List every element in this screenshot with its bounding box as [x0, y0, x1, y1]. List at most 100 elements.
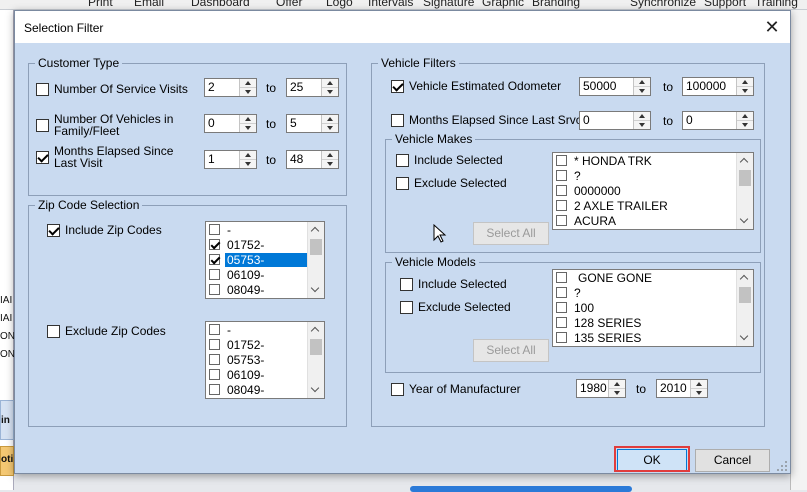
vehicle-makes-listbox[interactable]: * HONDA TRK ? 0000000 2 AXLE TRAILER ACU… [552, 152, 754, 230]
list-item[interactable]: 128 SERIES [553, 315, 736, 330]
scroll-up-icon[interactable] [308, 222, 324, 238]
makes-select-all-button[interactable]: Select All [473, 222, 549, 245]
service-visits-from-stepper[interactable]: 2 [204, 78, 257, 97]
exclude-zip-checkbox-row[interactable]: Exclude Zip Codes [47, 325, 166, 338]
spin-up-icon[interactable] [240, 151, 256, 160]
include-zip-checkbox-row[interactable]: Include Zip Codes [47, 224, 162, 237]
list-item[interactable]: 06109- [206, 267, 307, 282]
list-item[interactable]: 01752- [206, 337, 307, 352]
models-include-checkbox[interactable] [400, 278, 413, 291]
spin-up-icon[interactable] [240, 115, 256, 124]
menu-logo[interactable]: Logo [326, 0, 353, 9]
models-scrollbar[interactable] [736, 270, 753, 346]
stepper-value[interactable]: 48 [287, 151, 321, 168]
odometer-checkbox[interactable] [391, 80, 404, 93]
list-item[interactable]: 2 AXLE TRAILER [553, 198, 736, 213]
spin-up-icon[interactable] [322, 115, 338, 124]
list-item[interactable]: 06109- [206, 367, 307, 382]
list-item[interactable]: 08049- [206, 282, 307, 297]
menu-branding[interactable]: Branding [532, 0, 580, 9]
list-item[interactable]: GONE GONE [553, 270, 736, 285]
spin-up-icon[interactable] [322, 79, 338, 88]
stepper-value[interactable]: 25 [287, 79, 321, 96]
item-checkbox[interactable] [556, 155, 567, 166]
list-item[interactable]: 05753- [206, 352, 307, 367]
item-checkbox[interactable] [209, 254, 220, 265]
include-zip-listbox[interactable]: - 01752- 05753- 06109- 08049- [205, 221, 325, 299]
service-visits-checkbox[interactable] [36, 83, 49, 96]
months-srvc-checkbox[interactable] [391, 114, 404, 127]
spin-down-icon[interactable] [240, 88, 256, 96]
close-button[interactable]: ✕ [756, 11, 788, 43]
makes-scrollbar[interactable] [736, 153, 753, 229]
background-right-scrollbar[interactable] [790, 10, 807, 490]
stepper-value[interactable]: 0 [205, 115, 239, 132]
item-checkbox[interactable] [556, 332, 567, 343]
vehicles-family-checkbox[interactable] [36, 119, 49, 132]
scroll-up-icon[interactable] [308, 322, 324, 338]
list-item-selected[interactable]: 05753- [206, 252, 307, 267]
list-item[interactable]: 0000000 [553, 183, 736, 198]
resize-grip-icon[interactable] [777, 461, 788, 472]
list-item[interactable]: ? [553, 168, 736, 183]
item-checkbox[interactable] [209, 284, 220, 295]
scroll-down-icon[interactable] [308, 382, 324, 398]
models-include-checkbox-row[interactable]: Include Selected [400, 278, 507, 291]
stepper-value[interactable]: 1 [205, 151, 239, 168]
cancel-button[interactable]: Cancel [695, 449, 770, 472]
year-to-stepper[interactable]: 2010 [656, 379, 708, 398]
stepper-value[interactable]: 2 [205, 79, 239, 96]
spin-down-icon[interactable] [691, 389, 707, 397]
spin-up-icon[interactable] [240, 79, 256, 88]
menu-signature[interactable]: Signature [423, 0, 474, 9]
exclude-zip-listbox[interactable]: - 01752- 05753- 06109- 08049- [205, 321, 325, 399]
list-item[interactable]: - [206, 222, 307, 237]
item-checkbox[interactable] [209, 224, 220, 235]
item-checkbox[interactable] [556, 170, 567, 181]
spin-down-icon[interactable] [634, 87, 650, 95]
vehicles-family-to-stepper[interactable]: 5 [286, 114, 339, 133]
list-item[interactable]: - [206, 322, 307, 337]
scroll-thumb[interactable] [739, 170, 751, 186]
item-checkbox[interactable] [209, 354, 220, 365]
year-checkbox[interactable] [391, 383, 404, 396]
spin-up-icon[interactable] [737, 78, 753, 87]
dialog-title-bar[interactable]: Selection Filter ✕ [15, 11, 790, 43]
makes-include-checkbox[interactable] [396, 154, 409, 167]
year-checkbox-row[interactable]: Year of Manufacturer [391, 383, 521, 396]
odometer-from-stepper[interactable]: 50000 [579, 77, 651, 96]
spin-up-icon[interactable] [634, 112, 650, 121]
spin-up-icon[interactable] [322, 151, 338, 160]
item-checkbox[interactable] [556, 215, 567, 226]
stepper-value[interactable]: 100000 [683, 78, 736, 95]
list-item[interactable]: 100 [553, 300, 736, 315]
months-srvc-checkbox-row[interactable]: Months Elapsed Since Last Srvc [391, 114, 582, 127]
stepper-value[interactable]: 0 [580, 112, 633, 129]
spin-up-icon[interactable] [634, 78, 650, 87]
item-checkbox[interactable] [209, 369, 220, 380]
list-item[interactable]: 08049- [206, 382, 307, 397]
vehicle-models-listbox[interactable]: GONE GONE ? 100 128 SERIES 135 SERIES [552, 269, 754, 347]
spin-up-icon[interactable] [609, 380, 625, 389]
months-last-visit-to-stepper[interactable]: 48 [286, 150, 339, 169]
list-item[interactable]: 01752- [206, 237, 307, 252]
scroll-thumb[interactable] [310, 239, 322, 255]
stepper-value[interactable]: 2010 [657, 380, 690, 397]
scroll-down-icon[interactable] [308, 282, 324, 298]
menu-synchronize[interactable]: Synchronize [630, 0, 696, 9]
scroll-down-icon[interactable] [737, 330, 753, 346]
exclude-zip-checkbox[interactable] [47, 325, 60, 338]
scroll-thumb[interactable] [739, 287, 751, 303]
menu-training[interactable]: Training [755, 0, 798, 9]
spin-up-icon[interactable] [737, 112, 753, 121]
stepper-value[interactable]: 0 [683, 112, 736, 129]
item-checkbox[interactable] [209, 239, 220, 250]
odometer-checkbox-row[interactable]: Vehicle Estimated Odometer [391, 80, 561, 93]
makes-include-checkbox-row[interactable]: Include Selected [396, 154, 503, 167]
stepper-value[interactable]: 5 [287, 115, 321, 132]
include-zip-checkbox[interactable] [47, 224, 60, 237]
menu-intervals[interactable]: Intervals [368, 0, 413, 9]
item-checkbox[interactable] [556, 185, 567, 196]
left-blue-button[interactable]: in [0, 400, 14, 440]
menu-dashboard[interactable]: Dashboard [191, 0, 250, 9]
